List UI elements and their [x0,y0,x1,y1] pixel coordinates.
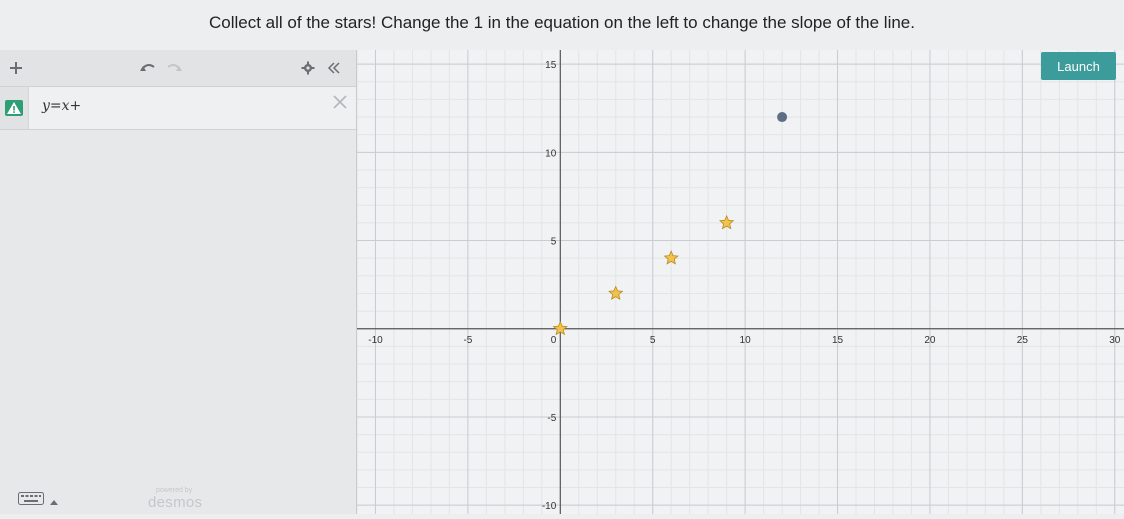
keyboard-toggle[interactable] [18,492,64,510]
x-tick-label: -5 [463,335,472,346]
double-chevron-left-icon[interactable] [324,56,344,80]
redo-icon[interactable] [164,56,186,80]
x-tick-label: 30 [1109,335,1121,346]
plus-icon[interactable] [4,56,28,80]
y-tick-label: -10 [542,501,557,512]
instructions-text: Collect all of the stars! Change the 1 i… [209,13,915,32]
desmos-logo: desmos [148,494,203,511]
y-tick-label: 10 [545,148,557,159]
close-icon[interactable] [330,92,350,112]
keyboard-icon[interactable] [18,492,44,510]
x-tick-label: 15 [832,335,844,346]
expression-toolbar [0,50,356,87]
origin-label: 0 [551,335,557,346]
y-tick-label: 15 [545,60,557,71]
launch-button[interactable]: Launch [1041,52,1116,80]
expression-row[interactable]: y=x+ [0,87,356,130]
desmos-branding: powered by desmos [148,487,202,511]
x-tick-label: 10 [740,335,752,346]
x-tick-label: 25 [1017,335,1029,346]
caret-up-icon[interactable] [50,492,58,510]
expression-panel: y=x+ powered by desmos [0,50,357,514]
x-tick-label: 20 [924,335,936,346]
target-point [777,112,788,123]
undo-icon[interactable] [136,56,158,80]
x-tick-label: -10 [368,335,383,346]
powered-by-label: powered by [156,487,193,494]
y-tick-label: -5 [547,413,556,424]
graph-canvas[interactable]: -10 -5 5 10 15 20 25 30 -10 -5 5 10 15 0 [356,50,1124,514]
expression-input[interactable]: y=x+ [42,98,81,114]
y-tick-label: 5 [551,237,557,248]
x-tick-label: 5 [650,335,656,346]
expression-tab [0,87,29,129]
gear-icon[interactable] [298,56,318,80]
warning-icon[interactable] [5,100,23,121]
graph-paper[interactable]: -10 -5 5 10 15 20 25 30 -10 -5 5 10 15 0 [356,50,1124,514]
